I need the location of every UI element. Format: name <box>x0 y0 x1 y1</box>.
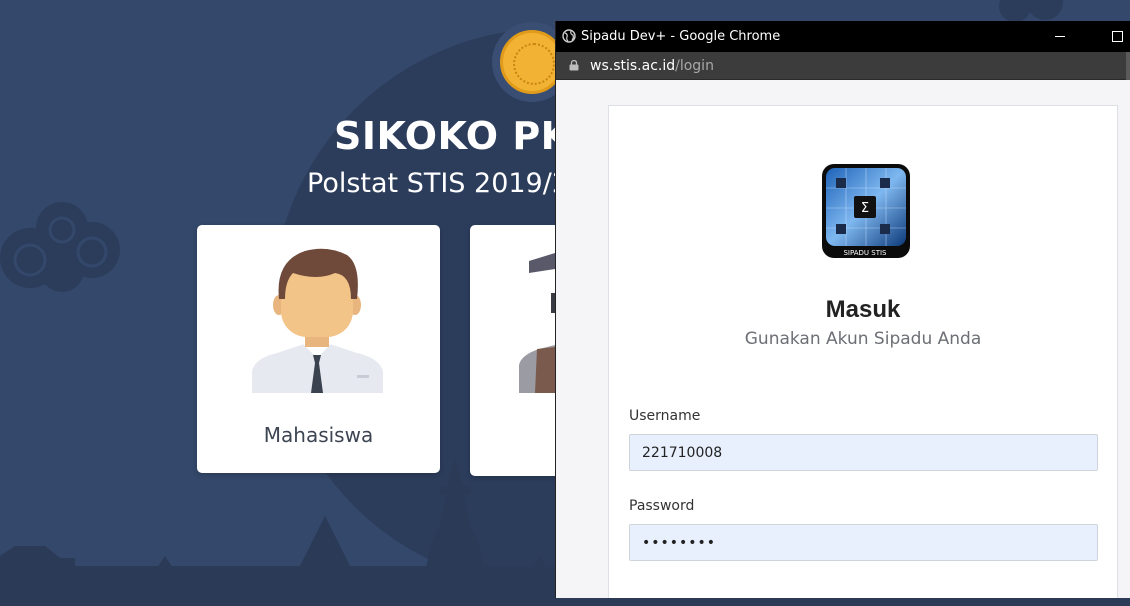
url-path: /login <box>675 58 714 74</box>
login-title: Masuk <box>825 296 901 323</box>
username-label: Username <box>629 408 701 424</box>
role-card-mahasiswa[interactable]: Mahasiswa <box>197 225 440 473</box>
username-input[interactable] <box>629 434 1098 471</box>
cloud-decoration-icon <box>0 202 120 292</box>
window-titlebar[interactable]: Sipadu Dev+ - Google Chrome <box>556 21 1130 52</box>
window-title: Sipadu Dev+ - Google Chrome <box>581 29 781 44</box>
scrollbar[interactable] <box>1126 52 1130 82</box>
login-subtitle: Gunakan Akun Sipadu Anda <box>744 329 982 349</box>
login-page: Σ SIPADU STIS Masuk Gunakan Akun Sipadu … <box>556 80 1130 598</box>
maximize-button[interactable] <box>1094 21 1130 52</box>
role-label-mahasiswa: Mahasiswa <box>263 423 374 447</box>
minimize-button[interactable] <box>1046 21 1092 52</box>
svg-text:Σ: Σ <box>861 201 869 216</box>
password-input[interactable] <box>629 524 1098 561</box>
student-avatar-icon <box>252 248 383 393</box>
svg-text:SIPADU STIS: SIPADU STIS <box>843 249 887 257</box>
address-bar[interactable]: ws.stis.ac.id/login <box>556 52 1130 80</box>
url-host: ws.stis.ac.id <box>590 58 676 74</box>
password-label: Password <box>629 498 695 514</box>
url-text[interactable]: ws.stis.ac.id/login <box>590 58 714 74</box>
lock-icon <box>569 60 579 71</box>
chrome-window: Sipadu Dev+ - Google Chrome ws.stis.ac.i… <box>555 21 1130 598</box>
login-card: Σ SIPADU STIS Masuk Gunakan Akun Sipadu … <box>608 105 1118 598</box>
globe-icon <box>562 29 576 43</box>
sipadu-logo: Σ SIPADU STIS <box>822 164 910 258</box>
